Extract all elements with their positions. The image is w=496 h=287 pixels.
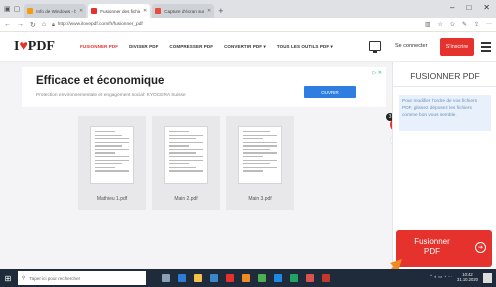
app-icon-orange[interactable]	[242, 274, 250, 282]
notification-center-icon[interactable]	[483, 273, 492, 283]
arrow-right-icon: ➔	[475, 242, 486, 253]
tab-list-icon[interactable]: ▢	[14, 5, 21, 13]
taskbar-search-input[interactable]: ⚲ Taper ici pour rechercher	[18, 271, 146, 285]
main-nav: FUSIONNER PDF DIVISER PDF COMPRESSER PDF…	[80, 44, 333, 50]
url-field[interactable]: 🔒︎ http://www.ilovepdf.com/fr/fusionner_…	[52, 20, 419, 30]
forward-arrow-icon[interactable]: →	[17, 21, 24, 28]
ilovepdf-logo[interactable]: I♥PDF	[14, 39, 74, 55]
logo-text: PDF	[27, 38, 55, 54]
minimize-button[interactable]: –	[450, 3, 454, 12]
site-header: I♥PDF FUSIONNER PDF DIVISER PDF COMPRESS…	[0, 32, 496, 62]
tab-favicon-icon	[155, 8, 162, 14]
file-name: Main 3.pdf	[248, 196, 272, 202]
address-bar-row: ← → ↻ ⌂ 🔒︎ http://www.ilovepdf.com/fr/fu…	[0, 18, 496, 32]
close-tab-icon[interactable]: ✕	[79, 8, 83, 14]
notes-icon[interactable]: ✎	[462, 21, 467, 28]
share-icon[interactable]: ⇪	[474, 21, 479, 28]
search-icon: ⚲	[22, 275, 26, 280]
close-window-button[interactable]: ✕	[483, 3, 490, 12]
task-view-icon[interactable]	[162, 274, 170, 282]
merge-pdf-button[interactable]: Fusionner PDF ➔	[396, 230, 492, 267]
refresh-icon[interactable]: ↻	[30, 21, 36, 29]
file-card[interactable]: Main 2.pdf	[152, 116, 220, 210]
nav-split-pdf[interactable]: DIVISER PDF	[129, 44, 158, 50]
more-icon[interactable]: ···	[486, 21, 492, 28]
sidebar-title: FUSIONNER PDF	[410, 71, 480, 81]
new-tab-button[interactable]: +	[218, 6, 223, 16]
window-menu-icons: ▣ ▢	[4, 0, 20, 18]
tab-label: Fusionner des fichiers P	[100, 8, 140, 14]
windows-taskbar: ⊞ ⚲ Taper ici pour rechercher ⌃ ◐ ▭ ◔ ⋯ …	[0, 269, 496, 287]
tab-favicon-icon	[27, 8, 34, 14]
file-card[interactable]: Main 3.pdf	[226, 116, 294, 210]
nav-all-tools[interactable]: TOUS LES OUTILS PDF ▾	[277, 44, 333, 50]
mail-icon[interactable]	[306, 274, 314, 282]
edge-icon[interactable]	[178, 274, 186, 282]
pdf-thumbnail	[164, 126, 208, 184]
home-icon[interactable]: ⌂	[42, 21, 46, 28]
nav-compress-pdf[interactable]: COMPRESSER PDF	[169, 44, 213, 50]
browser-toolbar-right: ▥ ☆ ✩ ✎ ⇪ ···	[425, 21, 492, 28]
sidebar-info-box: Pour modifier l'ordre de vos fichiers PD…	[399, 95, 491, 131]
nav-merge-pdf[interactable]: FUSIONNER PDF	[80, 44, 118, 50]
taskbar-clock[interactable]: 10:42 31.10.2020	[457, 272, 478, 282]
app-icon-blue[interactable]	[274, 274, 282, 282]
app-icon-green[interactable]	[290, 274, 298, 282]
window-controls: – □ ✕	[450, 3, 490, 12]
ad-open-button[interactable]: OUVRIR	[304, 86, 356, 98]
back-arrow-icon[interactable]: ←	[4, 21, 11, 28]
desktop-app-icon[interactable]	[369, 41, 381, 53]
url-text: http://www.ilovepdf.com/fr/fusionner_pdf	[57, 22, 143, 27]
browser-tab-windows-info[interactable]: Info de Windows - bara ✕	[24, 4, 87, 18]
file-name: Main 2.pdf	[174, 196, 198, 202]
advertisement-banner[interactable]: Efficace et économique Protection enviro…	[22, 67, 386, 107]
browser-tab-strip: ▣ ▢ Info de Windows - bara ✕ Fusionner d…	[0, 0, 496, 18]
lock-icon: 🔒︎	[52, 22, 55, 28]
file-name: Mathieu 1.pdf	[96, 196, 128, 202]
close-tab-icon[interactable]: ✕	[207, 8, 211, 14]
favorites-icon[interactable]: ✩	[450, 21, 455, 28]
windows-start-icon[interactable]: ⊞	[0, 269, 16, 287]
app-icon-red[interactable]	[226, 274, 234, 282]
hamburger-menu-icon[interactable]	[481, 42, 491, 54]
pdf-thumbnail	[90, 126, 134, 184]
window-menu-icon[interactable]: ▣	[4, 5, 11, 13]
file-card[interactable]: Mathieu 1.pdf	[78, 116, 146, 210]
reading-view-icon[interactable]: ▥	[425, 21, 431, 28]
merge-button-label: Fusionner PDF	[414, 237, 450, 256]
app-icon-dark[interactable]	[322, 274, 330, 282]
tray-icons[interactable]: ⌃ ◐ ▭ ◔ ⋯	[429, 274, 452, 280]
ad-subtitle: Protection environnementale et engagemen…	[36, 93, 186, 98]
tab-label: Capture d'écran sur PC avec	[164, 8, 205, 14]
pdf-thumbnail	[238, 126, 282, 184]
login-link[interactable]: Se connecter	[395, 43, 427, 49]
nav-convert-pdf[interactable]: CONVERTIR PDF ▾	[224, 44, 266, 50]
tab-label: Info de Windows - bara	[36, 8, 76, 14]
maximize-button[interactable]: □	[466, 3, 471, 12]
file-explorer-icon[interactable]	[194, 274, 202, 282]
clock-date: 31.10.2020	[457, 277, 478, 282]
close-tab-icon[interactable]: ✕	[143, 8, 147, 14]
heart-icon: ♥	[19, 38, 28, 54]
chrome-icon[interactable]	[258, 274, 266, 282]
ad-title: Efficace et économique	[36, 75, 165, 87]
browser-tab-screenshot[interactable]: Capture d'écran sur PC avec ✕	[152, 4, 215, 18]
taskbar-apps	[162, 274, 330, 282]
store-icon[interactable]	[210, 274, 218, 282]
browser-tab-merge-pdf[interactable]: Fusionner des fichiers P ✕	[88, 4, 151, 18]
favorite-star-icon[interactable]: ☆	[438, 21, 443, 28]
system-tray: ⌃ ◐ ▭ ◔ ⋯ 10:42 31.10.2020	[429, 272, 478, 282]
adchoices-icon[interactable]: ▷ ✕	[373, 70, 382, 76]
taskbar-search-placeholder: Taper ici pour rechercher	[29, 275, 81, 281]
sidebar-divider	[393, 86, 496, 87]
signup-button[interactable]: S'inscrire	[440, 38, 474, 56]
tab-favicon-icon	[91, 8, 98, 14]
